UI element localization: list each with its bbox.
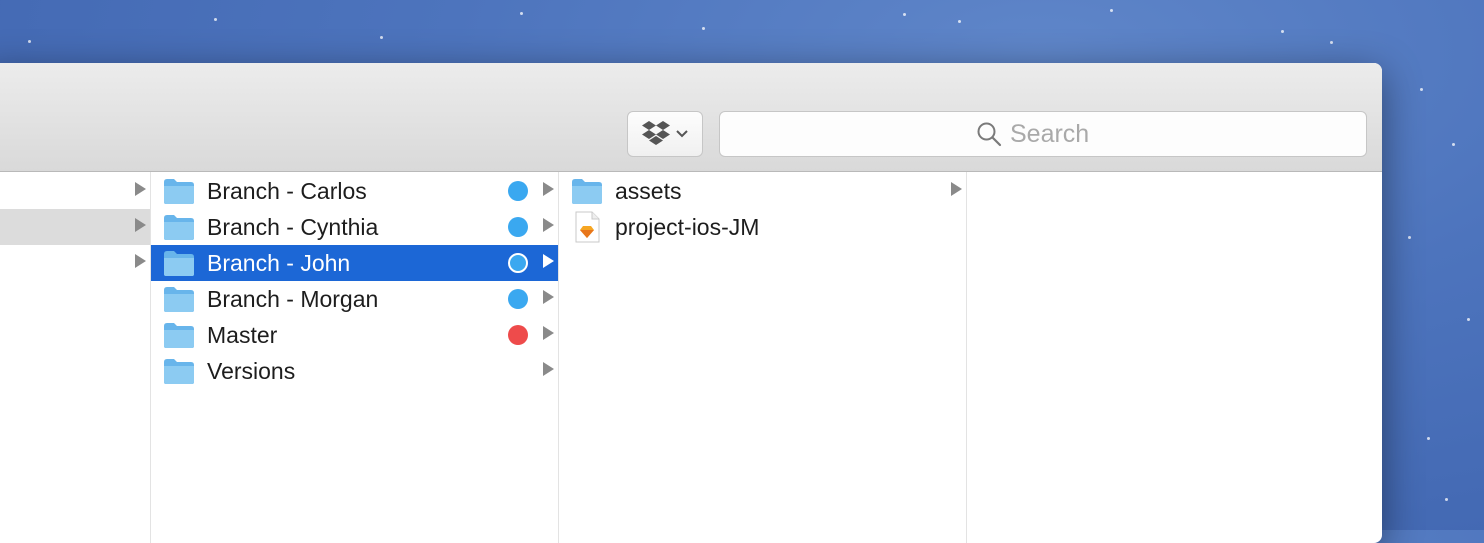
browser-column-2: Branch - Carlos Branch - Cynthia Branch … bbox=[151, 172, 559, 543]
item-label: Branch - Carlos bbox=[207, 177, 367, 204]
folder-icon bbox=[164, 215, 194, 240]
chevron-down-icon bbox=[676, 130, 688, 138]
list-item-project-ios-jm[interactable]: project-ios-JM bbox=[559, 209, 966, 245]
disclosure-arrow-icon bbox=[135, 254, 146, 268]
list-item-branch-morgan[interactable]: Branch - Morgan bbox=[151, 281, 558, 317]
item-label: project-ios-JM bbox=[615, 213, 760, 240]
dropbox-menu-button[interactable] bbox=[627, 111, 703, 157]
disclosure-arrow-icon bbox=[543, 362, 554, 376]
red-tag-icon bbox=[508, 325, 528, 345]
browser-column-3: assets project-ios-JM bbox=[559, 172, 967, 543]
sketch-file-icon bbox=[575, 211, 600, 243]
folder-icon bbox=[164, 179, 194, 204]
list-item-branch-cynthia[interactable]: Branch - Cynthia bbox=[151, 209, 558, 245]
list-item[interactable] bbox=[0, 173, 150, 209]
item-label: assets bbox=[615, 177, 682, 204]
toolbar bbox=[0, 63, 1382, 172]
folder-icon bbox=[164, 287, 194, 312]
blue-tag-icon bbox=[508, 217, 528, 237]
blue-tag-icon bbox=[508, 181, 528, 201]
disclosure-arrow-icon bbox=[543, 290, 554, 304]
disclosure-arrow-icon bbox=[135, 218, 146, 232]
list-item[interactable] bbox=[0, 245, 150, 281]
search-icon bbox=[977, 122, 1002, 147]
folder-icon bbox=[164, 359, 194, 384]
browser-column-1 bbox=[0, 172, 151, 543]
search-field[interactable] bbox=[719, 111, 1367, 157]
folder-icon bbox=[164, 323, 194, 348]
blue-tag-icon bbox=[508, 289, 528, 309]
list-item-versions[interactable]: Versions bbox=[151, 353, 558, 389]
blue-tag-icon bbox=[508, 253, 528, 273]
disclosure-arrow-icon bbox=[543, 326, 554, 340]
item-label: Versions bbox=[207, 357, 296, 384]
search-input[interactable] bbox=[1010, 119, 1110, 149]
item-label: Branch - John bbox=[207, 249, 351, 276]
item-label: Branch - Cynthia bbox=[207, 213, 379, 240]
disclosure-arrow-icon bbox=[543, 218, 554, 232]
list-item-branch-john[interactable]: Branch - John bbox=[151, 245, 558, 281]
browser-column-4 bbox=[967, 172, 1382, 543]
item-label: Master bbox=[207, 321, 278, 348]
dropbox-icon bbox=[642, 121, 670, 145]
disclosure-arrow-icon bbox=[135, 182, 146, 196]
folder-icon bbox=[164, 251, 194, 276]
list-item[interactable] bbox=[0, 209, 150, 245]
list-item-branch-carlos[interactable]: Branch - Carlos bbox=[151, 173, 558, 209]
disclosure-arrow-icon bbox=[543, 182, 554, 196]
folder-icon bbox=[572, 179, 602, 204]
item-label: Branch - Morgan bbox=[207, 285, 379, 312]
disclosure-arrow-icon bbox=[951, 182, 962, 196]
list-item-master[interactable]: Master bbox=[151, 317, 558, 353]
disclosure-arrow-icon bbox=[543, 254, 554, 268]
finder-window: Branch - Carlos Branch - Cynthia Branch … bbox=[0, 63, 1382, 543]
list-item-assets[interactable]: assets bbox=[559, 173, 966, 209]
